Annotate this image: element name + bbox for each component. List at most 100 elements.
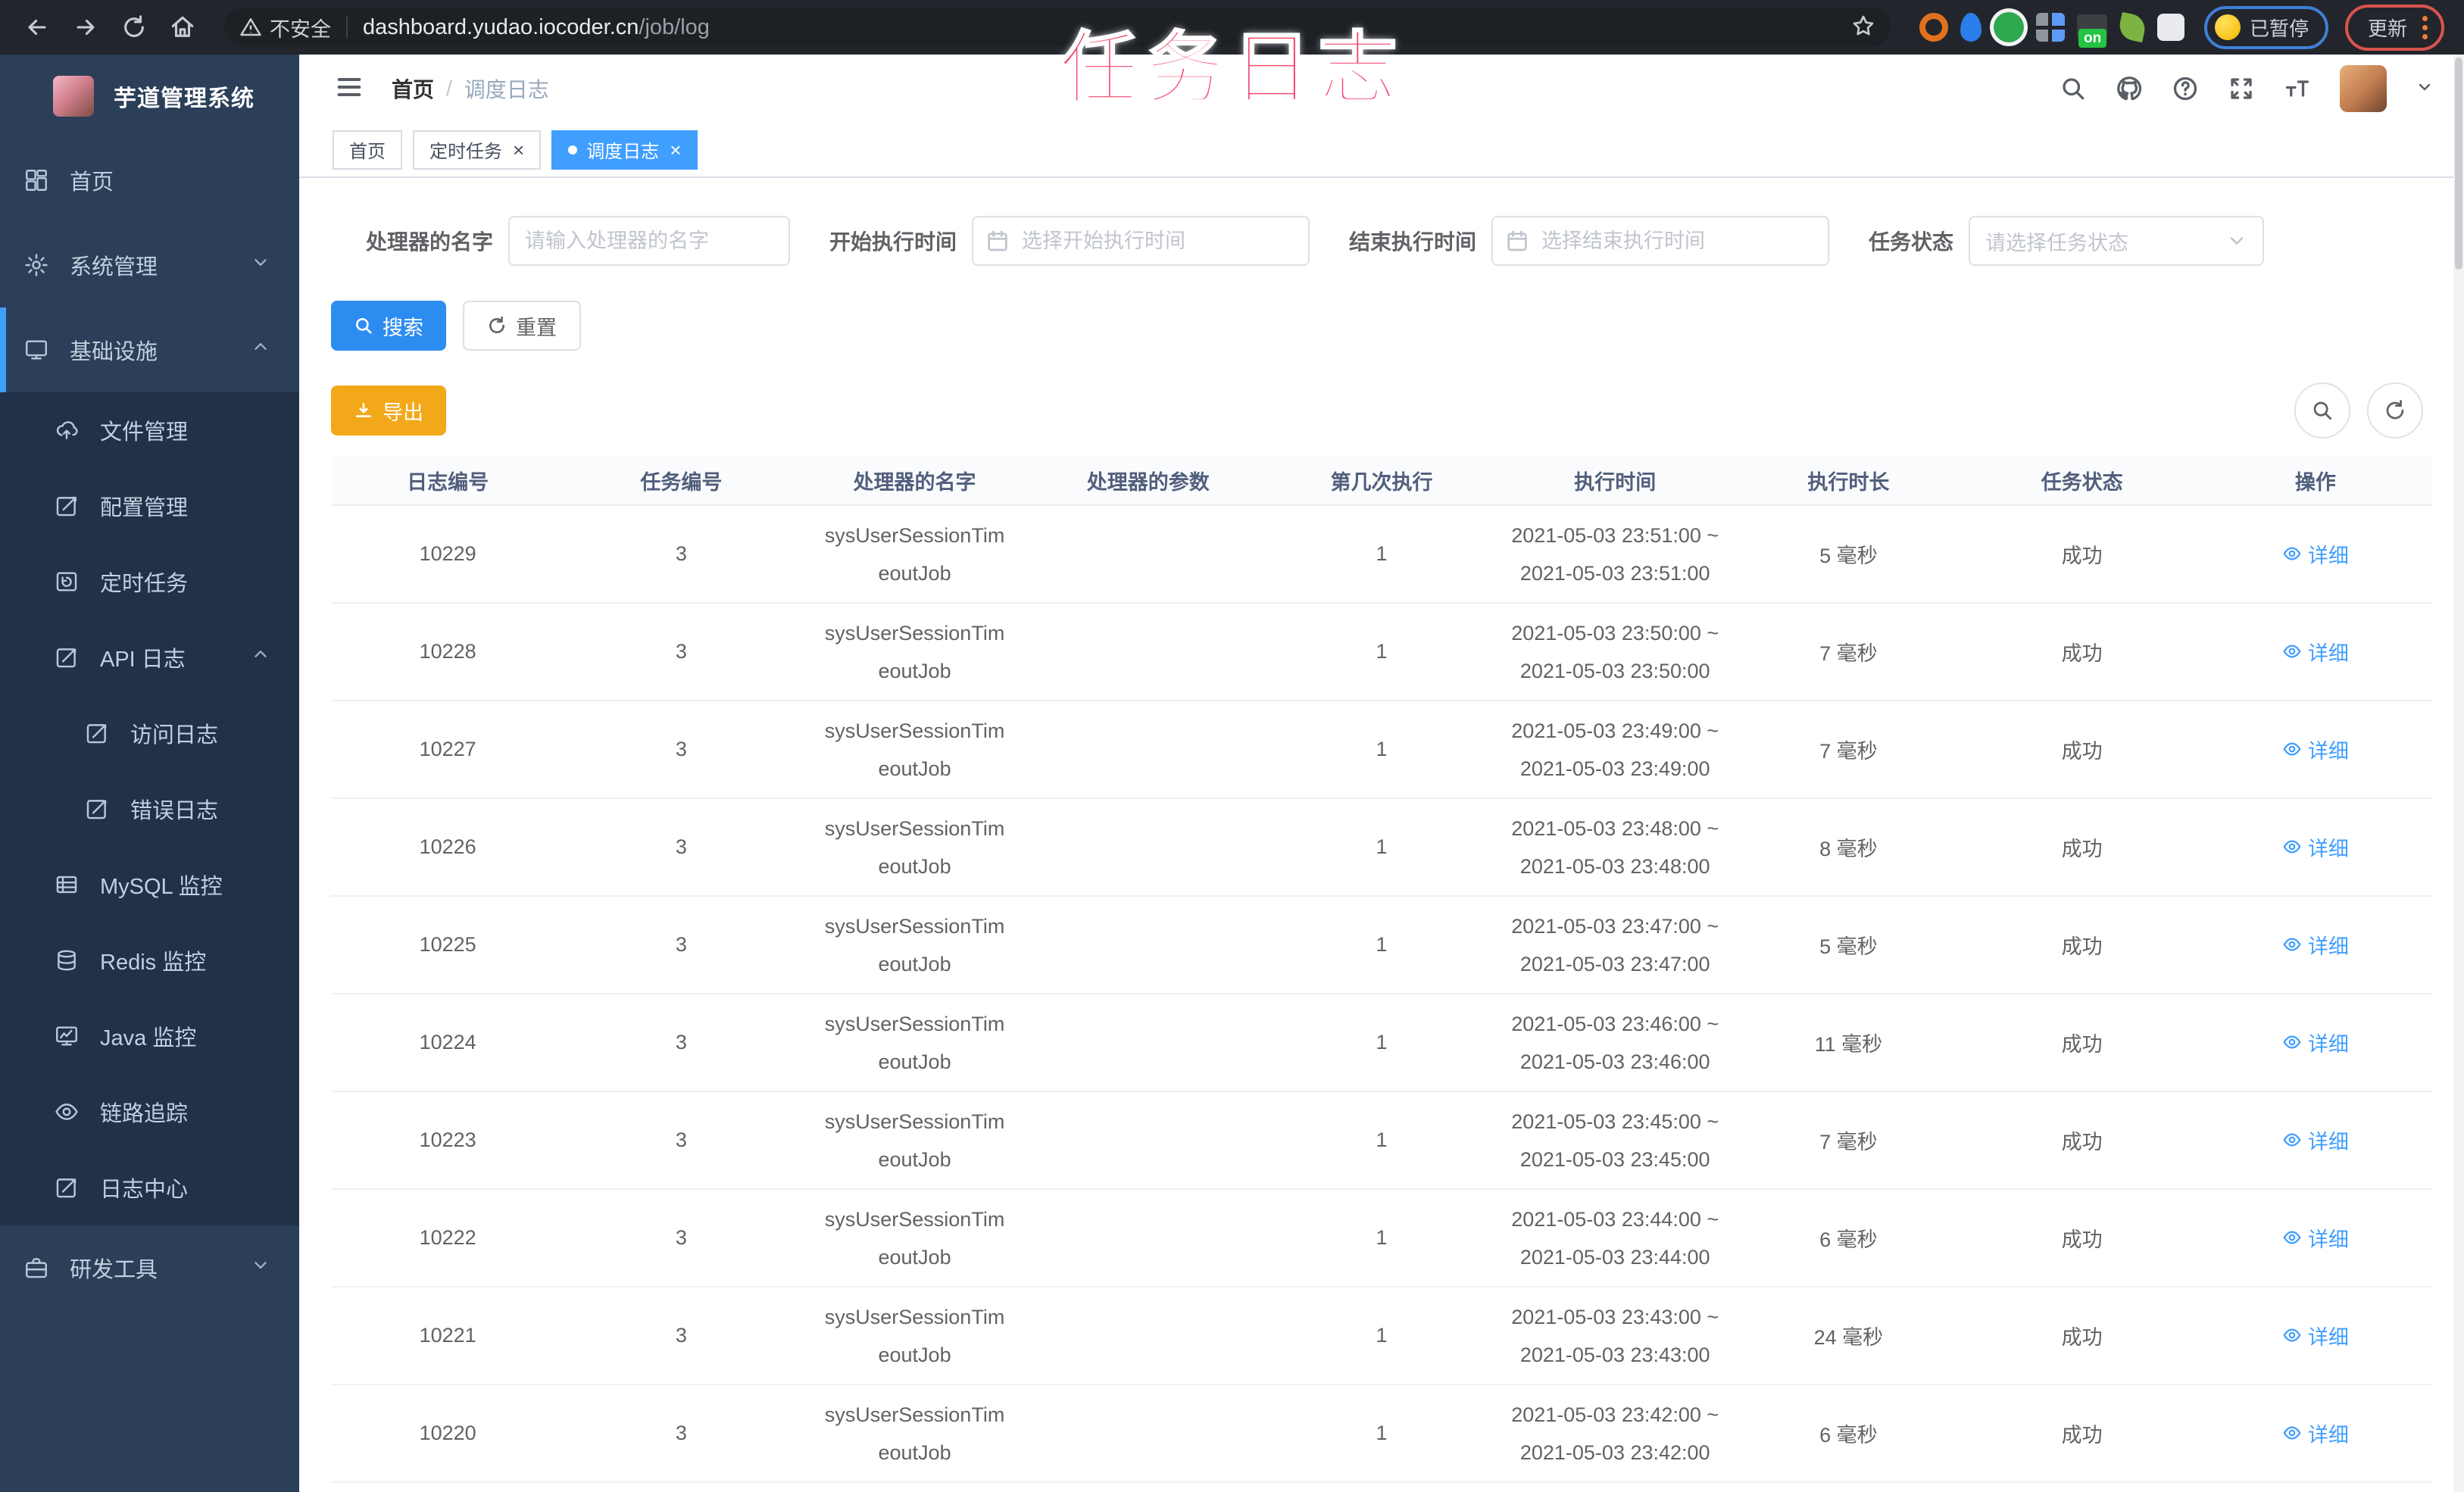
action-cell: 详细 xyxy=(2198,1091,2432,1190)
sidebar-item-研发工具[interactable]: 研发工具 xyxy=(0,1225,299,1310)
sidebar-item-Java 监控[interactable]: Java 监控 xyxy=(0,998,299,1074)
handler-name-input[interactable] xyxy=(508,216,791,266)
refresh-table-button[interactable] xyxy=(2367,382,2423,439)
app-logo-row[interactable]: 芋道管理系统 xyxy=(0,55,299,138)
app-logo xyxy=(53,76,94,117)
action-cell: 详细 xyxy=(2198,896,2432,994)
sidebar-item-配置管理[interactable]: 配置管理 xyxy=(0,468,299,544)
handler-param-cell xyxy=(1031,505,1265,604)
green-badge-extension-icon[interactable] xyxy=(1993,12,2024,42)
tab-调度日志[interactable]: 调度日志 × xyxy=(551,130,698,170)
column-header: 日志编号 xyxy=(331,457,565,506)
sidebar-item-Redis 监控[interactable]: Redis 监控 xyxy=(0,922,299,998)
handler-param-cell xyxy=(1031,1384,1265,1483)
tab-首页[interactable]: 首页 xyxy=(333,130,402,170)
sidebar-item-首页[interactable]: 首页 xyxy=(0,138,299,223)
end-time-input[interactable] xyxy=(1491,216,1830,266)
monitor-icon xyxy=(23,336,50,364)
browser-update-button[interactable]: 更新 xyxy=(2344,4,2444,51)
detail-link[interactable]: 详细 xyxy=(2282,1419,2349,1448)
detail-link[interactable]: 详细 xyxy=(2282,637,2349,666)
handler-name-cell: sysUserSessionTim eoutJob xyxy=(798,798,1032,897)
search-button[interactable]: 搜索 xyxy=(331,301,446,351)
begin-time-input[interactable] xyxy=(972,216,1310,266)
leaf-extension-icon[interactable] xyxy=(2116,11,2148,43)
sidebar-item-基础设施[interactable]: 基础设施 xyxy=(0,307,299,392)
orange-ring-extension-icon[interactable] xyxy=(1919,13,1948,42)
sidebar-item-链路追踪[interactable]: 链路追踪 xyxy=(0,1074,299,1150)
end-time-label: 结束执行时间 xyxy=(1349,230,1477,254)
address-bar[interactable]: 不安全 dashboard.yudao.iocoder.cn/job/log xyxy=(224,8,1891,47)
table-row: 10220 3 sysUserSessionTim eoutJob 1 2021-05-0… xyxy=(331,1384,2432,1483)
eye-icon xyxy=(2283,938,2301,951)
breadcrumb-current: 调度日志 xyxy=(464,78,549,101)
breadcrumb-home[interactable]: 首页 xyxy=(392,73,434,104)
blue-drop-extension-icon[interactable] xyxy=(1960,13,1982,42)
help-icon[interactable] xyxy=(2172,75,2199,102)
status-cell: 成功 xyxy=(1965,603,2199,701)
log-id-cell: 10220 xyxy=(331,1384,565,1483)
back-icon[interactable] xyxy=(20,10,55,45)
log-id-cell: 10221 xyxy=(331,1287,565,1385)
job-id-cell: 3 xyxy=(564,994,798,1092)
detail-link[interactable]: 详细 xyxy=(2282,930,2349,960)
sidebar-item-访问日志[interactable]: 访问日志 xyxy=(0,695,299,771)
home-icon[interactable] xyxy=(165,10,200,45)
detail-link[interactable]: 详细 xyxy=(2282,832,2349,862)
show-search-button[interactable] xyxy=(2294,382,2350,439)
duration-cell: 7 毫秒 xyxy=(1732,1091,1966,1190)
job-log-table: 日志编号 任务编号 处理器的名字 处理器的参数 第几次执行 执行时间 执行时长 任务状态 操作 … xyxy=(331,457,2432,1483)
column-header: 第几次执行 xyxy=(1264,457,1499,506)
sidebar-item-日志中心[interactable]: 日志中心 xyxy=(0,1150,299,1225)
table-row: 10226 3 sysUserSessionTim eoutJob 1 2021-05-0… xyxy=(331,798,2432,897)
sidebar-item-文件管理[interactable]: 文件管理 xyxy=(0,392,299,468)
security-chip[interactable]: 不安全 xyxy=(239,13,331,42)
detail-link[interactable]: 详细 xyxy=(2282,539,2349,569)
github-icon[interactable] xyxy=(2116,75,2143,102)
eye-icon xyxy=(2283,1231,2301,1244)
fullscreen-icon[interactable] xyxy=(2228,75,2255,102)
scrollbar-thumb[interactable] xyxy=(2455,58,2462,270)
hamburger-icon[interactable] xyxy=(334,72,364,106)
timer-icon xyxy=(53,568,80,595)
handler-name-cell: sysUserSessionTim eoutJob xyxy=(798,1287,1032,1385)
detail-link[interactable]: 详细 xyxy=(2282,735,2349,764)
sidebar-item-错误日志[interactable]: 错误日志 xyxy=(0,771,299,847)
execute-index-cell: 1 xyxy=(1264,1287,1499,1385)
close-tab-icon[interactable]: × xyxy=(513,140,524,160)
reload-icon[interactable] xyxy=(117,10,151,45)
search-icon[interactable] xyxy=(2060,75,2087,102)
sidebar-item-MySQL 监控[interactable]: MySQL 监控 xyxy=(0,847,299,922)
detail-link[interactable]: 详细 xyxy=(2282,1125,2349,1155)
proxy-on-extension-icon[interactable]: on xyxy=(2076,14,2107,48)
column-header: 操作 xyxy=(2198,457,2432,506)
detail-link[interactable]: 详细 xyxy=(2282,1028,2349,1057)
detail-link[interactable]: 详细 xyxy=(2282,1223,2349,1253)
bookmark-star-icon[interactable] xyxy=(1851,14,1875,42)
puzzle-extension-icon[interactable] xyxy=(2156,14,2184,41)
job-status-select[interactable]: 请选择任务状态 xyxy=(1969,216,2265,266)
scrollbar[interactable] xyxy=(2453,55,2464,1492)
avatar[interactable] xyxy=(2340,65,2387,112)
tab-定时任务[interactable]: 定时任务 × xyxy=(413,130,542,170)
close-tab-icon[interactable]: × xyxy=(670,140,681,160)
sidebar-item-系统管理[interactable]: 系统管理 xyxy=(0,223,299,307)
reset-button[interactable]: 重置 xyxy=(463,301,581,351)
execute-index-cell: 1 xyxy=(1264,994,1499,1092)
kebab-menu-icon[interactable] xyxy=(2422,15,2428,39)
sidebar-item-API 日志[interactable]: API 日志 xyxy=(0,620,299,695)
export-button[interactable]: 导出 xyxy=(331,385,446,435)
sidebar-item-定时任务[interactable]: 定时任务 xyxy=(0,544,299,620)
screen: 不安全 dashboard.yudao.iocoder.cn/job/log o… xyxy=(0,0,2464,1492)
table-row: 10225 3 sysUserSessionTim eoutJob 1 2021-05-0… xyxy=(331,896,2432,994)
chevron-down-icon[interactable] xyxy=(2416,78,2434,100)
grid-extension-icon[interactable] xyxy=(2035,13,2065,42)
paused-extension-badge[interactable]: 已暂停 xyxy=(2203,5,2328,49)
detail-link[interactable]: 详细 xyxy=(2282,1321,2349,1350)
handler-param-cell xyxy=(1031,1189,1265,1288)
handler-name-cell: sysUserSessionTim eoutJob xyxy=(798,1091,1032,1190)
status-cell: 成功 xyxy=(1965,505,2199,604)
font-size-icon[interactable] xyxy=(2284,75,2311,102)
action-cell: 详细 xyxy=(2198,603,2432,701)
forward-icon[interactable] xyxy=(68,10,103,45)
